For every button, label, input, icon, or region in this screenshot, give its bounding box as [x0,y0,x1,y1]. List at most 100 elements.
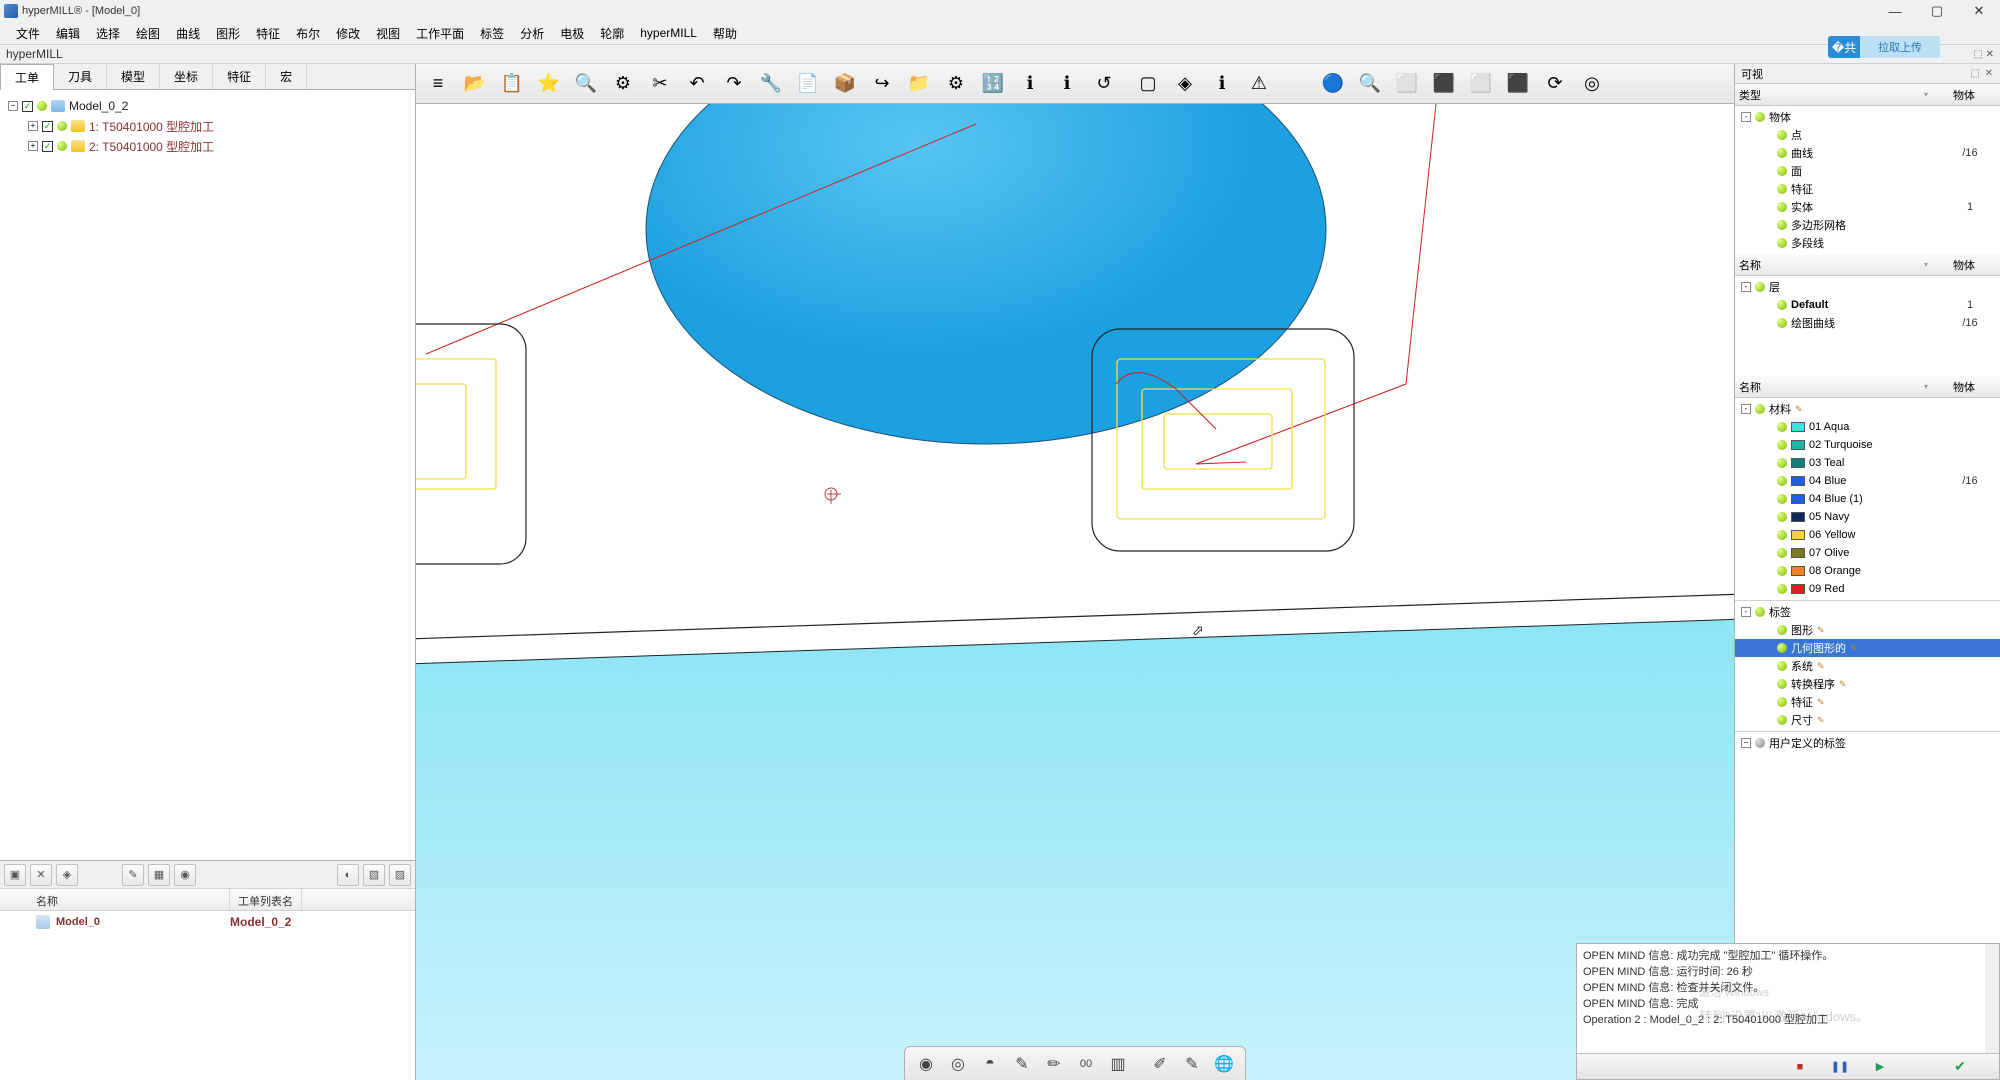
bulb-icon[interactable] [1777,440,1787,450]
share-pill[interactable]: �共 拉取上传 [1828,36,1940,58]
toolbar-button[interactable]: 📂 [457,66,493,102]
table-row[interactable]: Model_0 Model_0_2 [0,911,415,933]
bulb-icon[interactable] [1777,238,1787,248]
toolbar-button[interactable]: ⬜ [1463,66,1499,102]
toolbar-button[interactable]: ⟳ [1537,66,1573,102]
tool-button[interactable]: ✎ [122,864,144,886]
checkbox-icon[interactable] [22,101,33,112]
section-head-type[interactable]: 类型▾ 物体 [1735,84,2000,106]
tool-button[interactable]: ▧ [363,864,385,886]
collapse-icon[interactable]: - [1741,282,1751,292]
3d-viewport[interactable]: ⬀ ◉ ◎ ◓ ✎ ✏ 00 ▥ ✐ ✎ 🌐 [416,104,1734,1080]
view-button[interactable]: ✎ [1007,1050,1037,1078]
bulb-icon[interactable] [1777,184,1787,194]
view-button[interactable]: ✎ [1177,1050,1207,1078]
bulb-icon[interactable] [1777,625,1787,635]
panel-controls[interactable]: ⬚ ✕ [1973,49,2000,60]
expand-icon[interactable]: + [28,141,38,151]
menu-item[interactable]: 修改 [328,23,368,44]
menu-item[interactable]: 工作平面 [408,23,472,44]
collapse-icon[interactable]: - [1741,404,1751,414]
collapse-icon[interactable]: - [1741,607,1751,617]
layer-tree[interactable]: -层Default1绘图曲线/16 [1735,276,2000,376]
dim-button[interactable]: 00 [1071,1050,1101,1078]
tag-tree[interactable]: -标签图形✎几何图形的✎系统✎转换程序✎特征✎尺寸✎ [1735,600,2000,731]
menu-item[interactable]: 文件 [8,23,48,44]
th-name[interactable]: 名称 [0,889,230,910]
tree-row[interactable]: 04 Blue/16 [1735,472,2000,490]
menu-item[interactable]: 图形 [208,23,248,44]
pause-button[interactable]: ❚❚ [1825,1057,1855,1077]
bulb-icon[interactable] [1777,476,1787,486]
toolbar-button[interactable]: 🔢 [975,66,1011,102]
checkbox-icon[interactable] [42,121,53,132]
left-tab[interactable]: 模型 [107,64,160,89]
model-table[interactable]: 名称 工单列表名 Model_0 Model_0_2 [0,889,415,1080]
toolbar-button[interactable]: 🔍 [568,66,604,102]
menu-item[interactable]: 电极 [552,23,592,44]
tree-row[interactable]: 多边形网格 [1735,216,2000,234]
wire-button[interactable]: ◎ [943,1050,973,1078]
section-head-material[interactable]: 名称▾ 物体 [1735,376,2000,398]
tree-row[interactable]: 曲线/16 [1735,144,2000,162]
toolbar-button[interactable]: ℹ [1204,66,1240,102]
toolbar-button[interactable]: ✂ [642,66,678,102]
collapse-icon[interactable]: − [1741,738,1751,748]
scrollbar[interactable] [1985,944,1999,1053]
tree-row[interactable]: 特征 [1735,180,2000,198]
view-button[interactable]: ✏ [1039,1050,1069,1078]
toolbar-button[interactable]: ↷ [716,66,752,102]
bulb-icon[interactable] [1777,166,1787,176]
tree-row[interactable]: 04 Blue (1) [1735,490,2000,508]
globe-button[interactable]: 🌐 [1209,1050,1239,1078]
pencil-icon[interactable]: ✎ [1817,661,1827,671]
tree-row[interactable]: 图形✎ [1735,621,2000,639]
menu-item[interactable]: 编辑 [48,23,88,44]
bulb-icon[interactable] [1777,220,1787,230]
menu-item[interactable]: 选择 [88,23,128,44]
material-tree[interactable]: -材料✎01 Aqua02 Turquoise03 Teal04 Blue/16… [1735,398,2000,600]
bulb-icon[interactable] [1777,530,1787,540]
tool-button[interactable]: ◐ [337,864,359,886]
delete-button[interactable]: ✕ [30,864,52,886]
toolbar-button[interactable]: ⚙ [605,66,641,102]
tree-row[interactable]: -物体 [1735,108,2000,126]
toolbar-button[interactable] [1278,66,1314,102]
collapse-icon[interactable]: − [8,101,18,111]
toolbar-button[interactable]: 🔵 [1315,66,1351,102]
minimize-button[interactable]: — [1874,0,1916,22]
bulb-icon[interactable] [1755,404,1765,414]
joblist-tree[interactable]: − Model_0_2 + 1: T50401000 型腔加工 + 2: T50… [0,90,415,860]
bulb-icon[interactable] [1777,202,1787,212]
toolbar-button[interactable]: 🔍 [1352,66,1388,102]
left-tab[interactable]: 刀具 [54,64,107,89]
tree-row[interactable]: 尺寸✎ [1735,711,2000,729]
bulb-icon[interactable] [1777,566,1787,576]
maximize-button[interactable]: ▢ [1916,0,1958,22]
view-button[interactable]: ▥ [1103,1050,1133,1078]
left-tab[interactable]: 特征 [213,64,266,89]
menu-item[interactable]: 视图 [368,23,408,44]
bulb-icon[interactable] [1777,458,1787,468]
stop-button[interactable]: ■ [1785,1057,1815,1077]
expand-icon[interactable]: + [28,121,38,131]
pencil-icon[interactable]: ✎ [1817,715,1827,725]
tool-button[interactable]: ▨ [389,864,411,886]
view-button[interactable]: ◓ [975,1050,1005,1078]
menu-item[interactable]: 标签 [472,23,512,44]
toolbar-button[interactable]: ≡ [420,66,456,102]
pencil-icon[interactable]: ✎ [1817,625,1827,635]
toolbar-button[interactable]: 📄 [790,66,826,102]
toolbar-button[interactable]: ⬛ [1500,66,1536,102]
tree-row[interactable]: 面 [1735,162,2000,180]
checkbox-icon[interactable] [42,141,53,152]
tree-row[interactable]: 09 Red [1735,580,2000,598]
left-tab[interactable]: 坐标 [160,64,213,89]
tree-row[interactable]: -层 [1735,278,2000,296]
tool-button[interactable]: ▣ [4,864,26,886]
view-button[interactable]: ✐ [1145,1050,1175,1078]
tree-item[interactable]: + 1: T50401000 型腔加工 [4,116,411,136]
bulb-icon[interactable] [1755,112,1765,122]
tree-row[interactable]: 07 Olive [1735,544,2000,562]
type-tree[interactable]: -物体点曲线/16面特征实体1多边形网格多段线 [1735,106,2000,254]
